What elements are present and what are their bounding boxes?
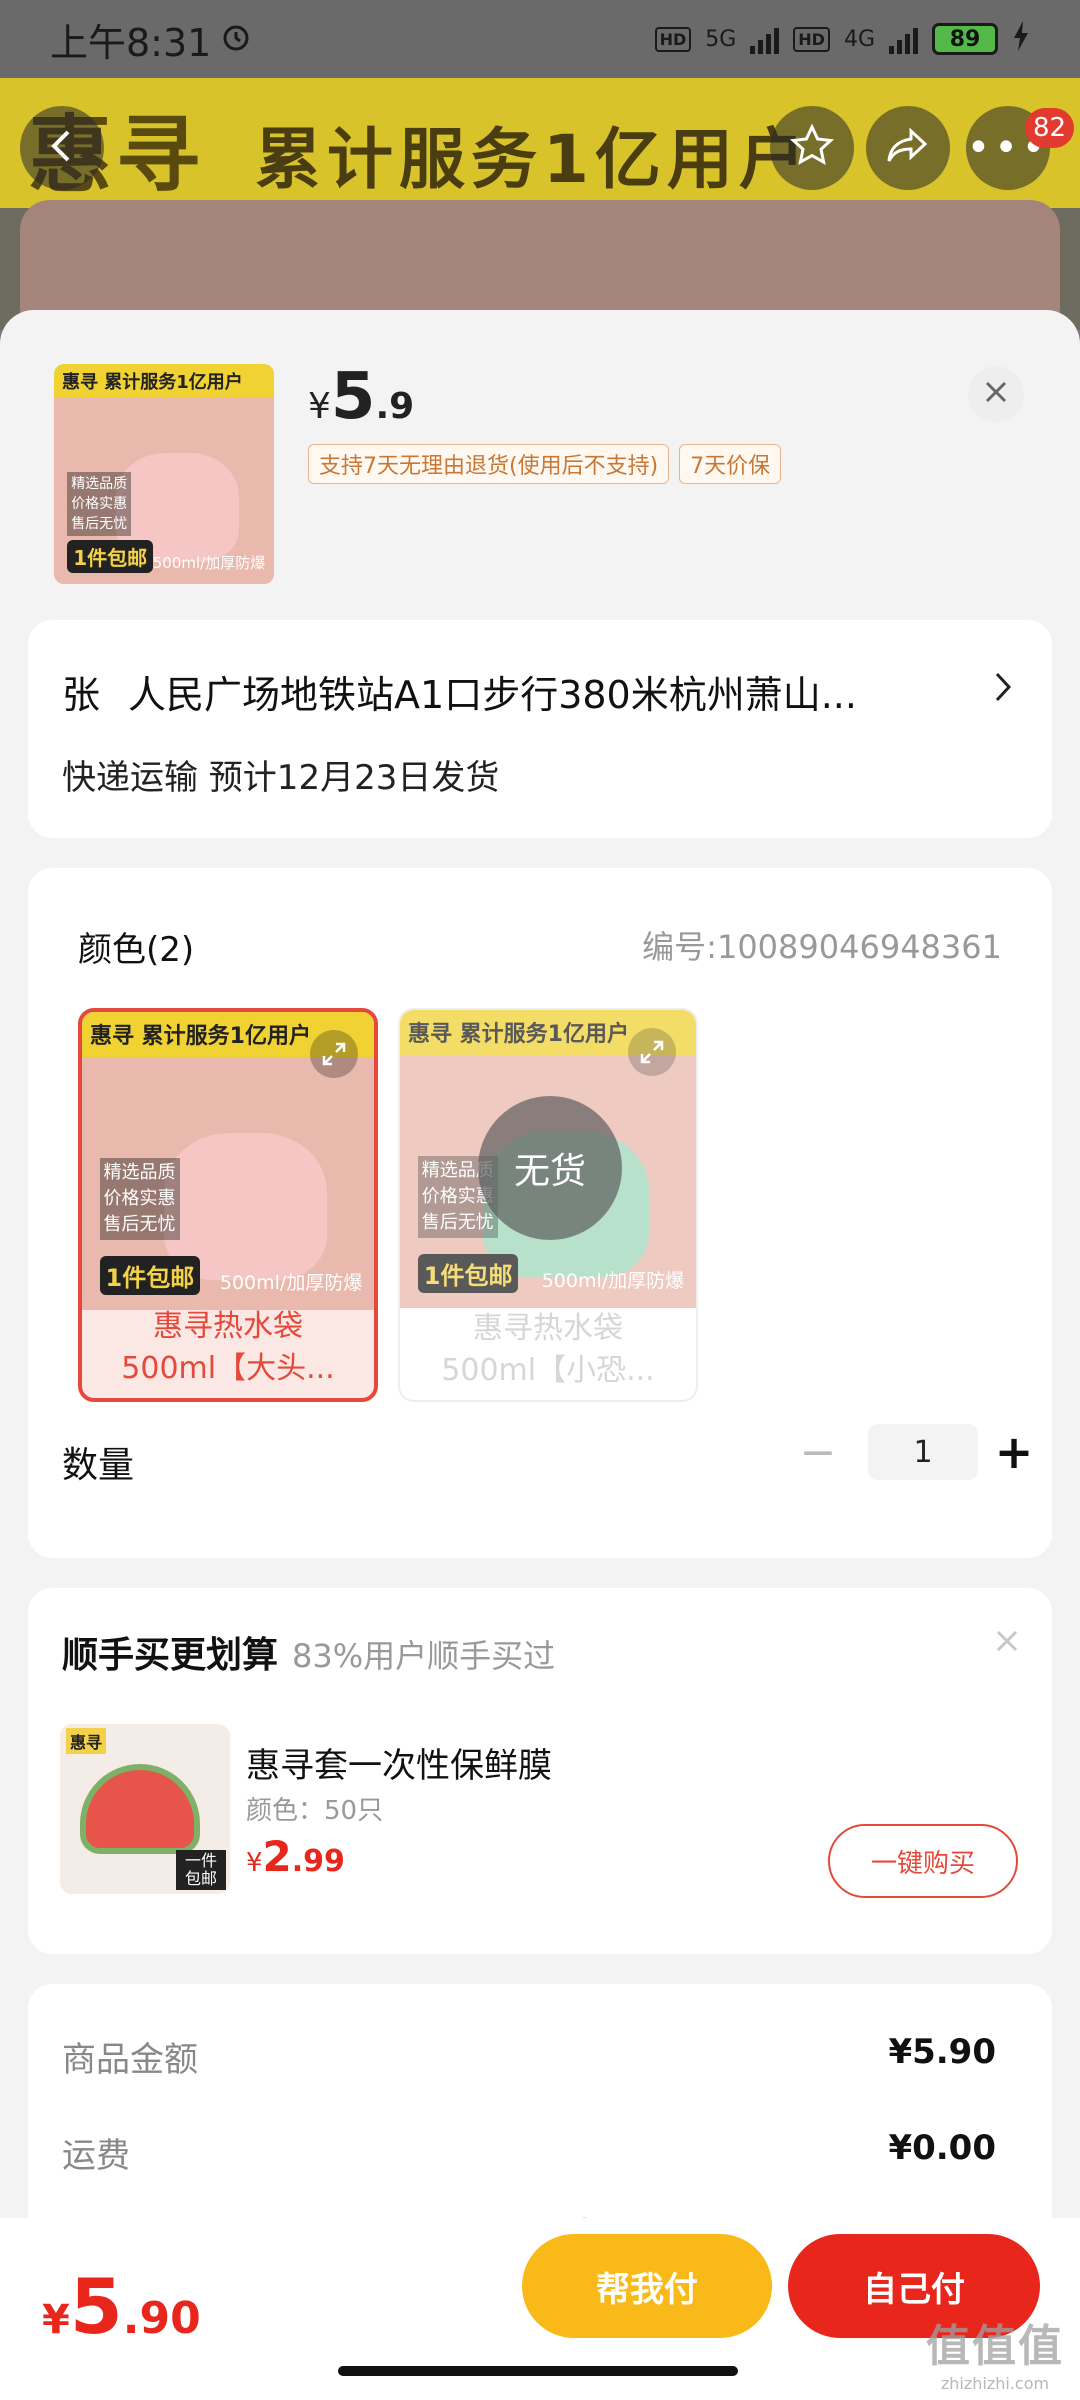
addon-thumbnail[interactable]: 惠寻 一件包邮 [60,1724,230,1894]
purchase-sheet: 惠寻 累计服务1亿用户 精选品质 价格实惠 售后无忧 1件包邮 500ml/加厚… [0,310,1080,2400]
charging-icon [1012,21,1030,57]
return-policy-tag: 支持7天无理由退货(使用后不支持) [308,444,670,484]
addon-title: 顺手买更划算 [62,1635,279,1676]
quantity-plus-button[interactable]: + [984,1422,1044,1482]
addon-item-spec: 颜色：50只 [246,1796,384,1826]
back-button[interactable] [20,106,104,190]
hd-icon-2: HD [793,26,830,52]
shipping-estimate: 快递运输 预计12月23日发货 [62,758,500,798]
spec-card: 颜色(2) 编号:10089046948361 惠寻 累计服务1亿用户 精选品质… [28,868,1052,1558]
signal-icon [750,24,780,54]
recipient-name: 张 [62,673,101,717]
color-option-big-head[interactable]: 惠寻 累计服务1亿用户 精选品质 价格实惠 售后无忧 1件包邮 500ml/加厚… [78,1008,378,1402]
banner-slogan: 累计服务1亿用户 [255,121,811,198]
cart-count-badge: 82 [1025,108,1075,148]
product-thumbnail[interactable]: 惠寻 累计服务1亿用户 精选品质 价格实惠 售后无忧 1件包邮 500ml/加厚… [54,364,274,584]
quantity-stepper: − 1 + [788,1422,1033,1482]
home-indicator[interactable] [338,2366,738,2376]
addon-item-price: ¥2.99 [246,1832,345,1881]
color-title: 颜色(2) [78,930,195,970]
summary-row: 运费 ¥0.00 [62,2128,996,2177]
network-label-4g: 4G [843,26,875,52]
option-label: 惠寻热水袋 500ml【大头... [121,1309,335,1386]
share-button[interactable] [866,106,950,190]
goods-amount-label: 商品金额 [62,2040,198,2080]
addon-subtitle: 83%用户顺手买过 [292,1637,556,1675]
addon-card: 顺手买更划算 83%用户顺手买过 惠寻 一件包邮 惠寻套一次性保鲜膜 颜色：50只… [28,1588,1052,1954]
close-button[interactable] [968,366,1024,422]
thumb-volume: 500ml/加厚防爆 [152,553,266,572]
summary-row: 商品金额 ¥5.90 [62,2032,996,2081]
color-option-little-dino[interactable]: 惠寻 累计服务1亿用户 精选品质 价格实惠 售后无忧 1件包邮 500ml/加厚… [398,1008,698,1402]
alarm-icon [221,22,251,56]
battery-icon: 89 [932,23,998,55]
service-tags: 支持7天无理由退货(使用后不支持) 7天价保 [308,444,791,484]
back-icon [42,126,82,170]
favorite-button[interactable] [770,106,854,190]
shipping-fee-value: ¥0.00 [888,2128,996,2168]
product-price: ¥5.9 [308,360,415,434]
quantity-label: 数量 [62,1445,135,1486]
network-label-5g: 5G [705,26,737,52]
chevron-right-icon [992,670,1014,708]
expand-icon[interactable] [310,1030,358,1078]
shipping-fee-label: 运费 [62,2136,130,2176]
quick-buy-button[interactable]: 一键购买 [828,1824,1018,1898]
total-price: ¥5.90 [42,2262,201,2351]
addon-item-name: 惠寻套一次性保鲜膜 [246,1746,552,1786]
address-line: 张人民广场地铁站A1口步行380米杭州萧山... [62,664,857,719]
quantity-minus-button[interactable]: − [788,1422,848,1482]
star-icon [789,123,835,173]
watermelon-image [80,1764,200,1854]
address-card[interactable]: 张人民广场地铁站A1口步行380米杭州萧山... 快递运输 预计12月23日发货 [28,620,1052,838]
hd-icon: HD [654,26,692,52]
thumb-features: 精选品质 价格实惠 售后无忧 [67,471,132,536]
status-bar: 上午8:31 HD 5G HD 4G 89 [0,0,1080,78]
signal-icon-2 [889,24,918,54]
close-icon [983,379,1009,409]
watermark: 值值值 zhizhizhi.com [926,2321,1064,2393]
sku-code: 编号:10089046948361 [642,928,1002,966]
thumb-banner: 惠寻 累计服务1亿用户 [54,364,274,397]
addon-header: 顺手买更划算 83%用户顺手买过 [62,1626,555,1678]
addon-close-icon[interactable] [994,1628,1020,1658]
help-me-pay-button[interactable]: 帮我付 [522,2234,772,2338]
price-protect-tag: 7天价保 [679,444,782,484]
clock: 上午8:31 [50,20,212,65]
share-icon [885,123,931,173]
thumb-free-shipping-tag: 1件包邮 [67,539,154,573]
goods-amount-value: ¥5.90 [888,2032,996,2072]
quantity-value[interactable]: 1 [868,1424,978,1480]
address-text: 人民广场地铁站A1口步行380米杭州萧山... [128,673,857,717]
